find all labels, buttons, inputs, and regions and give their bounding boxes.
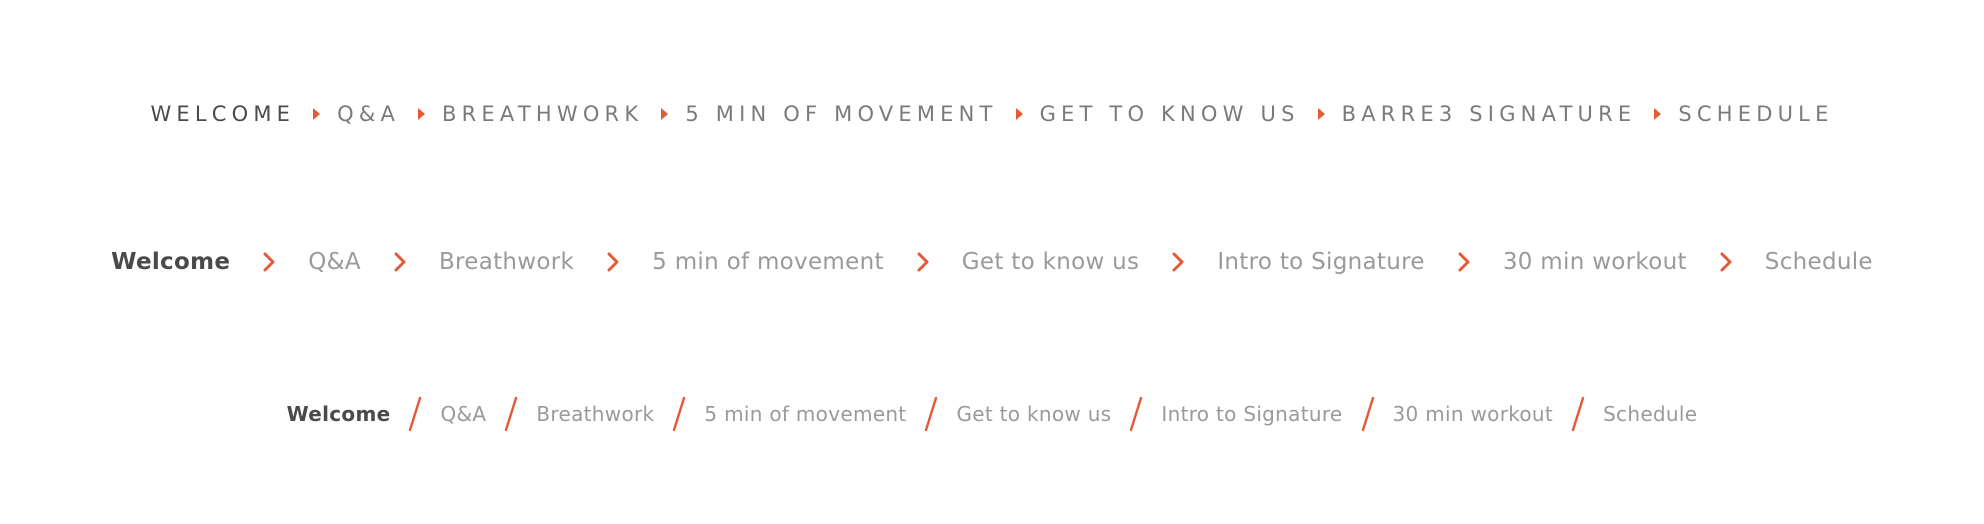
crumb-breathwork[interactable]: Breathwork [439, 249, 574, 275]
caret-right-icon [295, 104, 337, 124]
breadcrumb-uppercase: WELCOME Q&A BREATHWORK 5 MIN OF MOVEMENT… [0, 96, 1984, 132]
crumb-qa[interactable]: Q&A [440, 402, 486, 426]
caret-right-icon [1636, 104, 1678, 124]
slash-icon [390, 396, 440, 432]
chevron-right-icon [230, 250, 308, 274]
breadcrumb-chevron: Welcome Q&A Breathwork 5 min of movement… [0, 244, 1984, 280]
crumb-schedule[interactable]: Schedule [1603, 402, 1697, 426]
crumb-5-min-of-movement[interactable]: 5 min of movement [652, 249, 884, 275]
slash-icon [486, 396, 536, 432]
crumb-get-to-know-us[interactable]: Get to know us [962, 249, 1140, 275]
caret-right-icon [998, 104, 1040, 124]
chevron-right-icon [1425, 250, 1503, 274]
slash-icon [654, 396, 704, 432]
crumb-welcome[interactable]: Welcome [287, 402, 391, 426]
caret-right-icon [400, 104, 442, 124]
crumb-5-min-of-movement[interactable]: 5 min of movement [704, 402, 906, 426]
crumb-intro-to-signature[interactable]: Intro to Signature [1161, 402, 1342, 426]
crumb-5-min-of-movement[interactable]: 5 MIN OF MOVEMENT [685, 102, 997, 126]
crumb-schedule[interactable]: SCHEDULE [1678, 102, 1833, 126]
chevron-right-icon [361, 250, 439, 274]
chevron-right-icon [1139, 250, 1217, 274]
slash-icon [1343, 396, 1393, 432]
chevron-right-icon [574, 250, 652, 274]
crumb-barre3-signature[interactable]: BARRE3 SIGNATURE [1342, 102, 1637, 126]
crumb-get-to-know-us[interactable]: Get to know us [956, 402, 1111, 426]
chevron-right-icon [1687, 250, 1765, 274]
crumb-breathwork[interactable]: Breathwork [536, 402, 654, 426]
crumb-30-min-workout[interactable]: 30 min workout [1503, 249, 1687, 275]
caret-right-icon [643, 104, 685, 124]
crumb-30-min-workout[interactable]: 30 min workout [1393, 402, 1554, 426]
slash-icon [906, 396, 956, 432]
breadcrumb-slash: Welcome Q&A Breathwork 5 min of movement… [0, 396, 1984, 432]
slash-icon [1553, 396, 1603, 432]
crumb-intro-to-signature[interactable]: Intro to Signature [1217, 249, 1424, 275]
crumb-welcome[interactable]: WELCOME [150, 102, 295, 126]
slash-icon [1111, 396, 1161, 432]
crumb-qa[interactable]: Q&A [337, 102, 400, 126]
crumb-qa[interactable]: Q&A [308, 249, 361, 275]
crumb-schedule[interactable]: Schedule [1765, 249, 1873, 275]
crumb-breathwork[interactable]: BREATHWORK [442, 102, 643, 126]
chevron-right-icon [884, 250, 962, 274]
caret-right-icon [1300, 104, 1342, 124]
crumb-get-to-know-us[interactable]: GET TO KNOW US [1040, 102, 1300, 126]
crumb-welcome[interactable]: Welcome [111, 249, 230, 275]
